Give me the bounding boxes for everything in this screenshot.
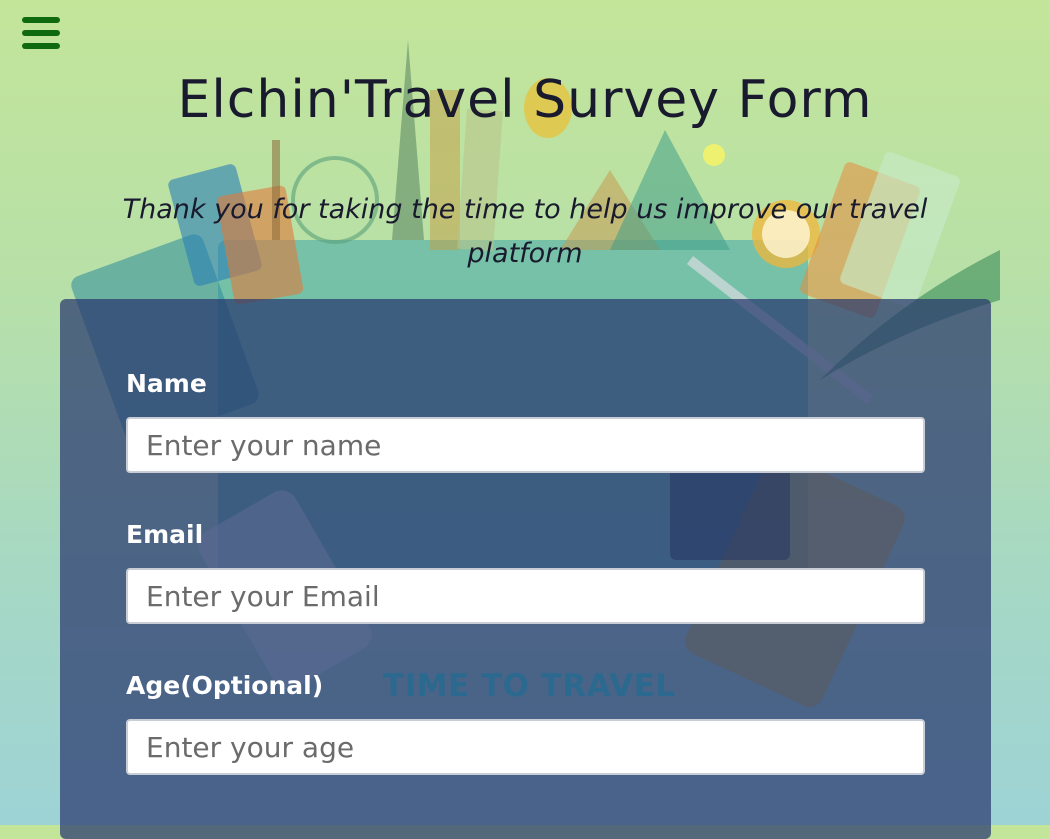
email-label: Email	[126, 520, 204, 549]
background-art-text: TIME TO TRAVEL	[383, 668, 676, 704]
hamburger-menu-icon[interactable]	[22, 17, 60, 49]
menu-bar-middle	[22, 30, 60, 36]
name-input[interactable]	[126, 417, 925, 473]
name-label: Name	[126, 369, 207, 398]
menu-bar-bottom	[22, 43, 60, 49]
menu-bar-top	[22, 17, 60, 23]
age-input[interactable]	[126, 719, 925, 775]
survey-form: TIME TO TRAVEL Name Email Age(Optional)	[60, 299, 991, 839]
page-subtitle: Thank you for taking the time to help us…	[122, 194, 928, 269]
email-input[interactable]	[126, 568, 925, 624]
page-title: Elchin'Travel Survey Form	[177, 70, 873, 130]
age-label: Age(Optional)	[126, 671, 324, 700]
